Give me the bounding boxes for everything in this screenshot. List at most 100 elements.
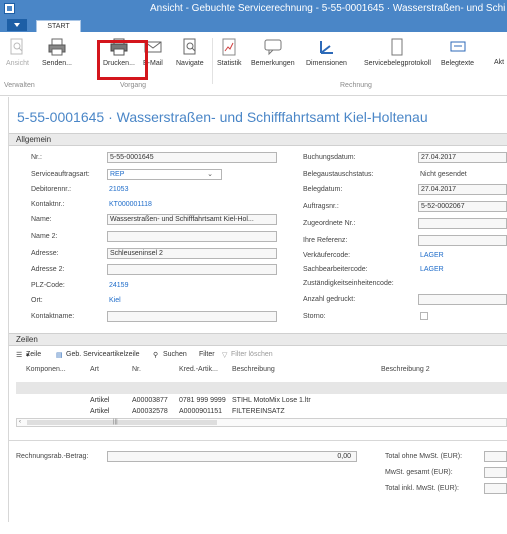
filter-loeschen-button[interactable]: Filter löschen bbox=[231, 351, 273, 358]
dimensions-icon bbox=[320, 41, 334, 54]
belegdatum-field[interactable]: 27.04.2017 bbox=[418, 184, 507, 195]
zustaendigkeitseinheitencode-label: Zuständigkeitseinheitencode: bbox=[303, 280, 394, 287]
geb-serviceartikelzeile-button[interactable]: Geb. Serviceartikelzeile bbox=[66, 351, 140, 358]
kontaktnr-link[interactable]: KT000001118 bbox=[109, 201, 152, 208]
statistik-label: Statistik bbox=[217, 60, 242, 67]
totals-separator bbox=[8, 440, 507, 441]
senden-button[interactable]: Senden... bbox=[42, 38, 72, 67]
bemerkungen-button[interactable]: Bemerkungen bbox=[251, 38, 295, 67]
belegaustauschstatus-label: Belegaustauschstatus: bbox=[303, 171, 374, 178]
ihre-referenz-field[interactable] bbox=[418, 235, 507, 246]
belegaustauschstatus-value: Nicht gesendet bbox=[420, 171, 467, 178]
col-art[interactable]: Art bbox=[90, 366, 99, 373]
window-title: Ansicht - Gebuchte Servicerechnung - 5-5… bbox=[150, 3, 506, 14]
ansicht-label: Ansicht bbox=[6, 60, 29, 67]
col-beschreibung[interactable]: Beschreibung bbox=[232, 366, 275, 373]
lines-icon: ☰ bbox=[16, 352, 23, 359]
sachbearbeitercode-link[interactable]: LAGER bbox=[420, 266, 444, 273]
chevron-down-icon: ⌄ bbox=[207, 171, 213, 178]
name2-label: Name 2: bbox=[31, 233, 58, 240]
section-header-zeilen[interactable]: Zeilen bbox=[9, 333, 507, 346]
nr-label: Nr.: bbox=[31, 154, 42, 161]
total-ohne-mwst-label: Total ohne MwSt. (EUR): bbox=[385, 453, 463, 460]
serviceauftragsart-select[interactable]: REP ⌄ bbox=[107, 169, 222, 180]
anzahl-gedruckt-field[interactable] bbox=[418, 294, 507, 305]
debitorennr-link[interactable]: 21053 bbox=[109, 186, 128, 193]
cell-beschreibung: STIHL MotoMix Lose 1.ltr bbox=[232, 397, 311, 404]
cell-beschreibung: FILTEREINSATZ bbox=[232, 408, 285, 415]
auftragsnr-field[interactable]: 5-52-0002067 bbox=[418, 201, 507, 212]
group-separator bbox=[212, 38, 213, 84]
name2-field[interactable] bbox=[107, 231, 277, 242]
section-header-allgemein[interactable]: Allgemein bbox=[9, 133, 507, 146]
window-titlebar: Ansicht - Gebuchte Servicerechnung - 5-5… bbox=[0, 0, 507, 17]
total-ohne-mwst-field bbox=[484, 451, 507, 462]
storno-checkbox[interactable] bbox=[420, 312, 428, 320]
cell-kred: 0781 999 9999 bbox=[179, 397, 226, 404]
send-icon bbox=[48, 38, 66, 56]
ihre-referenz-label: Ihre Referenz: bbox=[303, 237, 348, 244]
adresse-field[interactable]: Schleuseninsel 2 bbox=[107, 248, 277, 259]
view-document-icon bbox=[10, 38, 23, 55]
zugeordnete-nr-field[interactable] bbox=[418, 218, 507, 229]
navigate-button[interactable]: Navigate bbox=[176, 38, 204, 67]
adresse2-field[interactable] bbox=[107, 264, 277, 275]
anzahl-gedruckt-label: Anzahl gedruckt: bbox=[303, 296, 356, 303]
cell-art: Artikel bbox=[90, 397, 110, 404]
servicebelegprotokoll-button[interactable]: Servicebelegprotokoll bbox=[364, 38, 431, 67]
zeile-label: Zeile bbox=[26, 351, 42, 358]
rechnungsrabatt-field[interactable]: 0,00 bbox=[107, 451, 357, 462]
ribbon: Ansicht Senden... Drucken... E-Mail Navi… bbox=[0, 32, 507, 96]
total-inkl-mwst-label: Total inkl. MwSt. (EUR): bbox=[385, 485, 459, 492]
debitorennr-label: Debitorennr.: bbox=[31, 186, 72, 193]
col-kred-artik[interactable]: Kred.-Artik... bbox=[179, 366, 218, 373]
belegtexte-label: Belegtexte bbox=[441, 60, 475, 67]
adresse2-label: Adresse 2: bbox=[31, 266, 65, 273]
belegtexte-button[interactable]: Belegtexte bbox=[441, 38, 474, 67]
name-field[interactable]: Wasserstraßen- und Schifffahrtsamt Kiel-… bbox=[107, 214, 277, 225]
akt-button[interactable]: Akt bbox=[494, 59, 504, 66]
plz-link[interactable]: 24159 bbox=[109, 282, 128, 289]
plz-label: PLZ-Code: bbox=[31, 282, 65, 289]
document-icon bbox=[391, 38, 403, 56]
app-icon bbox=[4, 3, 15, 14]
dimensionen-label: Dimensionen bbox=[306, 60, 347, 67]
horizontal-scrollbar[interactable]: ‹ ||| bbox=[16, 418, 507, 427]
text-document-icon bbox=[450, 41, 466, 52]
verkaeufercode-link[interactable]: LAGER bbox=[420, 252, 444, 259]
scrollbar-thumb[interactable] bbox=[27, 420, 217, 425]
ort-link[interactable]: Kiel bbox=[109, 297, 121, 304]
col-komponenten[interactable]: Komponen... bbox=[26, 366, 66, 373]
filter-button[interactable]: Filter bbox=[199, 351, 215, 358]
buchungsdatum-label: Buchungsdatum: bbox=[303, 154, 356, 161]
dimensionen-button[interactable]: Dimensionen bbox=[306, 38, 347, 67]
akt-label: Akt bbox=[494, 59, 505, 66]
buchungsdatum-field[interactable]: 27.04.2017 bbox=[418, 152, 507, 163]
col-nr[interactable]: Nr. bbox=[132, 366, 141, 373]
col-beschreibung2[interactable]: Beschreibung 2 bbox=[381, 366, 430, 373]
document-search-icon: ▤ bbox=[56, 352, 63, 359]
mwst-gesamt-label: MwSt. gesamt (EUR): bbox=[385, 469, 453, 476]
zeile-menu-button[interactable]: Zeile ▾ bbox=[26, 351, 41, 359]
scroll-left-arrow-icon[interactable]: ‹ bbox=[19, 419, 21, 425]
group-label-verwalten: Verwalten bbox=[4, 82, 35, 89]
suchen-button[interactable]: Suchen bbox=[163, 351, 187, 358]
ansicht-button[interactable]: Ansicht bbox=[6, 38, 29, 67]
statistik-button[interactable]: Statistik bbox=[217, 38, 242, 67]
name-label: Name: bbox=[31, 216, 52, 223]
serviceauftragsart-label: Serviceauftragsart: bbox=[31, 171, 90, 178]
mwst-gesamt-field bbox=[484, 467, 507, 478]
group-label-vorgang: Vorgang bbox=[120, 82, 147, 89]
kontaktname-field[interactable] bbox=[107, 311, 277, 322]
cell-kred: A0000901151 bbox=[179, 408, 223, 415]
rechnungsrabatt-label: Rechnungsrab.-Betrag: bbox=[16, 453, 89, 460]
kontaktname-label: Kontaktname: bbox=[31, 313, 75, 320]
serviceauftragsart-value: REP bbox=[110, 171, 125, 178]
verkaeufercode-label: Verkäufercode: bbox=[303, 252, 351, 259]
application-menu-button[interactable] bbox=[7, 19, 27, 31]
nr-field[interactable]: 5-55-0001645 bbox=[107, 152, 277, 163]
comment-icon bbox=[264, 39, 282, 56]
table-row-selected-empty[interactable] bbox=[16, 382, 507, 394]
page-title: 5-55-0001645 · Wasserstraßen- und Schiff… bbox=[17, 109, 428, 125]
auftragsnr-label: Auftragsnr.: bbox=[303, 203, 339, 210]
